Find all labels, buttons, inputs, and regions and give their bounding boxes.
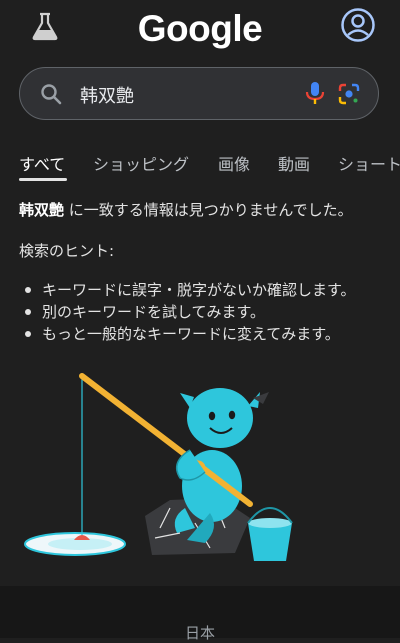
footer: 日本 <box>0 586 400 642</box>
no-results-text: に一致する情報は見つかりませんでした。 <box>64 201 353 219</box>
tab-images[interactable]: 画像 <box>218 151 250 175</box>
search-tips-list: キーワードに誤字・脱字がないか確認します。 別のキーワードを試してみます。 もっ… <box>22 279 356 345</box>
tab-shopping[interactable]: ショッピング <box>93 151 189 175</box>
fishing-mascot-illustration <box>24 373 293 561</box>
search-tabs: すべて ショッピング 画像 動画 ショート <box>0 146 400 182</box>
search-tip: 別のキーワードを試してみます。 <box>22 301 356 323</box>
tab-videos[interactable]: 動画 <box>278 151 310 175</box>
no-results-message: 韩双艶 に一致する情報は見つかりませんでした。 <box>19 199 353 220</box>
search-tip: もっと一般的なキーワードに変えてみます。 <box>22 323 356 345</box>
tab-all[interactable]: すべて <box>19 151 65 175</box>
search-tips-title: 検索のヒント: <box>19 242 115 260</box>
search-icon[interactable] <box>39 82 63 106</box>
top-bar: Google <box>0 0 400 60</box>
search-query-text[interactable]: 韩双艶 <box>80 82 134 108</box>
account-circle-icon[interactable] <box>340 7 376 43</box>
google-lens-icon[interactable] <box>337 82 361 106</box>
microphone-icon[interactable] <box>303 81 327 107</box>
search-box[interactable]: 韩双艶 <box>19 67 379 120</box>
footer-region: 日本 <box>184 624 215 642</box>
search-tip: キーワードに誤字・脱字がないか確認します。 <box>22 279 356 301</box>
active-tab-indicator <box>19 178 67 181</box>
tab-shorts[interactable]: ショート <box>338 151 400 175</box>
no-results-query: 韩双艶 <box>19 201 65 219</box>
